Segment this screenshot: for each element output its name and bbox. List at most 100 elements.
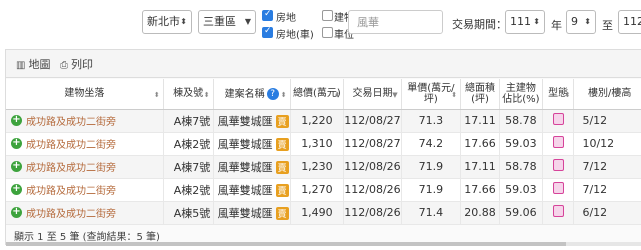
year-to-select[interactable]: 112: [618, 10, 641, 34]
table-row[interactable]: + 成功路及成功二街旁 A棟2號 風華雙城匯賣 1,270 112/08/26 71.9 17…: [6, 178, 641, 202]
header-floor[interactable]: 樓別/樓高: [573, 79, 641, 110]
cell-type[interactable]: [542, 155, 575, 179]
cell-ratio: 58.78: [499, 109, 543, 133]
sale-badge: 賣: [275, 183, 289, 197]
results-toolbar: ▥ 地圖 ⎙ 列印: [6, 50, 641, 78]
header-type[interactable]: 型態 ⬍: [542, 79, 575, 110]
sort-icon: ⬍: [564, 91, 571, 99]
cell-price: 1,220: [290, 109, 345, 133]
cell-price: 1,490: [290, 201, 345, 225]
table-row[interactable]: + 成功路及成功二街旁 A棟7號 風華雙城匯賣 1,230 112/08/26 71.9 17…: [6, 155, 641, 179]
parking-checkbox[interactable]: [322, 27, 333, 38]
map-button-label: 地圖: [28, 58, 51, 71]
address-link[interactable]: 成功路及成功二街旁: [26, 209, 116, 220]
year-from-select[interactable]: 111 ⬍: [505, 10, 545, 34]
header-ratio[interactable]: 主建物 佔比(%): [499, 79, 543, 110]
cell-floor: 6/12: [573, 201, 641, 225]
cell-address[interactable]: + 成功路及成功二街旁: [6, 201, 164, 225]
project-name: 風華雙城匯: [217, 160, 273, 174]
building-type-icon[interactable]: [552, 113, 564, 125]
address-link[interactable]: 成功路及成功二街旁: [26, 117, 116, 128]
table-row[interactable]: + 成功路及成功二街旁 A棟5號 風華雙城匯賣 1,490 112/08/26 71.4 20…: [6, 201, 641, 225]
sort-updown-icon: ⬍: [180, 17, 187, 26]
month-from-value: 9: [571, 15, 578, 28]
table-header-row: 建物坐落 ⬍ 棟及號 ⬍ 建案名稱? ⬍ 總價(萬元) ⬍ 交易日期 ▼ 單價(萬元/坪)…: [6, 79, 641, 110]
land-car-checkbox-label: 房地(車): [276, 30, 314, 41]
cell-price: 1,270: [290, 178, 345, 202]
expand-plus-icon[interactable]: +: [11, 138, 22, 149]
cell-unit-price: 71.3: [401, 109, 462, 133]
cell-project: 風華雙城匯賣: [213, 109, 291, 133]
cell-ratio: 59.03: [499, 132, 543, 156]
year-from-value: 111: [510, 15, 531, 28]
land-checkbox[interactable]: [262, 9, 273, 21]
expand-plus-icon[interactable]: +: [11, 207, 22, 218]
project-name: 風華雙城匯: [217, 114, 273, 128]
cell-ratio: 59.03: [499, 178, 543, 202]
expand-plus-icon[interactable]: +: [11, 184, 22, 195]
header-date[interactable]: 交易日期 ▼: [343, 79, 402, 110]
print-button[interactable]: ⎙ 列印: [60, 56, 93, 72]
district-select[interactable]: 三重區 ▼: [198, 10, 256, 34]
address-link[interactable]: 成功路及成功二街旁: [26, 186, 116, 197]
expand-plus-icon[interactable]: +: [11, 161, 22, 172]
expand-plus-icon[interactable]: +: [11, 115, 22, 126]
header-area[interactable]: 總面積 (坪): [460, 79, 500, 110]
cell-project: 風華雙城匯賣: [213, 201, 291, 225]
header-unit-price[interactable]: 單價(萬元/坪) ⬍: [401, 79, 462, 110]
cell-type[interactable]: [542, 132, 575, 156]
cell-area: 17.66: [460, 132, 500, 156]
cell-address[interactable]: + 成功路及成功二街旁: [6, 155, 164, 179]
building-type-icon[interactable]: [552, 182, 564, 194]
table-row[interactable]: + 成功路及成功二街旁 A棟7號 風華雙城匯賣 1,220 112/08/27 71.3 17…: [6, 109, 641, 133]
community-input[interactable]: [348, 10, 443, 34]
city-select[interactable]: 新北市 ⬍: [142, 10, 192, 34]
building-checkbox[interactable]: [322, 10, 333, 21]
horizontal-scrollbar[interactable]: [6, 242, 641, 246]
header-price[interactable]: 總價(萬元) ⬍: [290, 79, 345, 110]
address-link[interactable]: 成功路及成功二街旁: [26, 140, 116, 151]
cell-type[interactable]: [542, 109, 575, 133]
header-unit[interactable]: 棟及號 ⬍: [163, 79, 214, 110]
header-unit-price-label: 單價(萬元/坪): [407, 82, 455, 105]
filter-bar: 新北市 ⬍ 三重區 ▼ 房地 房地(車) 建物 車位 交易期間： 111 ⬍ 年…: [0, 0, 641, 46]
cell-floor: 5/12: [573, 109, 641, 133]
building-type-icon[interactable]: [552, 136, 564, 148]
printer-icon: ⎙: [60, 60, 68, 71]
header-address-label: 建物坐落: [64, 88, 105, 100]
cell-project: 風華雙城匯賣: [213, 132, 291, 156]
header-address[interactable]: 建物坐落 ⬍: [6, 79, 164, 110]
cell-unit: A棟7號: [163, 109, 214, 133]
cell-address[interactable]: + 成功路及成功二街旁: [6, 132, 164, 156]
table-row[interactable]: + 成功路及成功二街旁 A棟2號 風華雙城匯賣 1,310 112/08/27 74.2 17…: [6, 132, 641, 156]
address-link[interactable]: 成功路及成功二街旁: [26, 163, 116, 174]
header-unit-label: 棟及號: [173, 88, 204, 100]
building-type-icon[interactable]: [552, 205, 564, 217]
cell-project: 風華雙城匯賣: [213, 178, 291, 202]
year-unit-label: 年: [551, 19, 562, 32]
help-icon[interactable]: ?: [266, 87, 279, 100]
cell-type[interactable]: [542, 201, 575, 225]
cell-address[interactable]: + 成功路及成功二街旁: [6, 109, 164, 133]
header-project[interactable]: 建案名稱? ⬍: [213, 79, 291, 110]
building-type-icon[interactable]: [552, 159, 564, 171]
cell-area: 20.88: [460, 201, 500, 225]
cell-type[interactable]: [542, 178, 575, 202]
sort-icon: ⬍: [334, 91, 341, 99]
cell-price: 1,310: [290, 132, 345, 156]
cell-unit: A棟7號: [163, 155, 214, 179]
sort-icon: ⬍: [203, 91, 210, 99]
district-select-value: 三重區: [203, 15, 236, 28]
scrollbar-thumb[interactable]: [6, 242, 566, 246]
month-from-select[interactable]: 9 ⬍: [566, 10, 596, 34]
map-button[interactable]: ▥ 地圖: [16, 56, 50, 72]
land-car-checkbox[interactable]: [262, 26, 273, 38]
print-button-label: 列印: [71, 58, 93, 71]
cell-price: 1,230: [290, 155, 345, 179]
sale-badge: 賣: [275, 137, 289, 151]
cell-address[interactable]: + 成功路及成功二街旁: [6, 178, 164, 202]
results-summary: 顯示 1 至 5 筆 (查詢結果：5 筆): [14, 232, 160, 243]
project-name: 風華雙城匯: [217, 206, 273, 220]
header-ratio-label: 主建物 佔比(%): [502, 82, 540, 105]
cell-unit-price: 71.9: [401, 155, 462, 179]
